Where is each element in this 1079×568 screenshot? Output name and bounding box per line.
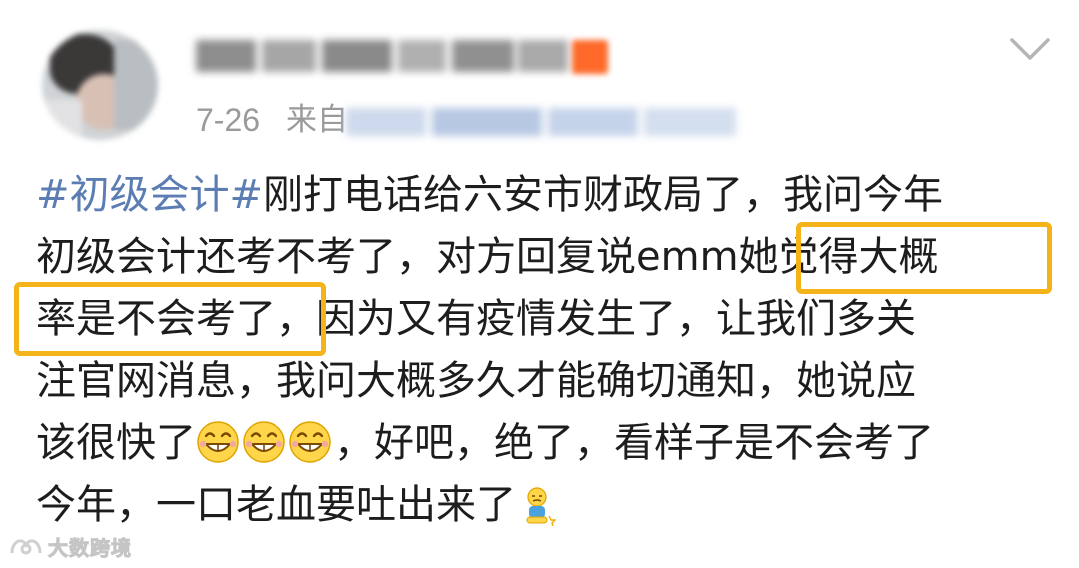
post-text-segment: 今年，一口老血要吐出来了 [36, 482, 516, 528]
post-line: 注官网消息，我问大概多久才能确切通知，她说应 [36, 350, 1046, 412]
watermark: 大数跨境 [8, 530, 132, 562]
post-line: #初级会计#刚打电话给六安市财政局了，我问今年 [36, 164, 1046, 226]
post-text-segment: 注官网消息，我问大概多久才能确切通知，她说应 [36, 358, 916, 404]
post-line: 该很快了 ，好吧，绝了，看样子是不会考了 [36, 412, 1046, 474]
watermark-text: 大数跨境 [48, 535, 132, 560]
member-badge-icon [572, 40, 608, 74]
post-source-label: 来自 [286, 102, 348, 138]
post-line: 率是不会考了，因为又有疫情发生了，让我们多关 [36, 288, 1046, 350]
post-text-segment: 刚打电话给六安市财政局了，我问今年 [263, 172, 944, 218]
grin-laughing-emoji-icon [288, 420, 332, 464]
watermark-logo-icon [10, 539, 42, 555]
weibo-post-card: 7-26 来自 #初级会计#刚打电话给六安市财政局了，我问今年初级会计还考不考了… [0, 0, 1079, 568]
post-text-segment: 率是不会考了，因为又有疫情发生了，让我们多关 [36, 296, 916, 342]
post-line: 今年，一口老血要吐出来了 [36, 474, 1046, 536]
hashtag-link[interactable]: #初级会计# [36, 172, 263, 218]
post-text-segment: 该很快了 [36, 420, 196, 466]
chevron-down-icon[interactable] [1008, 36, 1052, 64]
post-line: 初级会计还考不考了，对方回复说emm她觉得大概 [36, 226, 1046, 288]
username-redacted[interactable] [196, 34, 568, 78]
post-text-segment: 初级会计还考不考了，对方回复说emm她觉得大概 [36, 234, 939, 280]
post-text-segment: ，好吧，绝了，看样子是不会考了 [334, 420, 934, 466]
sitting-sad-emoji-icon [522, 482, 557, 527]
user-avatar[interactable] [42, 30, 158, 140]
post-text: #初级会计#刚打电话给六安市财政局了，我问今年初级会计还考不考了，对方回复说em… [36, 164, 1046, 536]
post-source-redacted [346, 104, 736, 140]
post-date: 7-26 [196, 102, 261, 138]
grin-laughing-emoji-icon [196, 420, 240, 464]
grin-laughing-emoji-icon [242, 420, 286, 464]
